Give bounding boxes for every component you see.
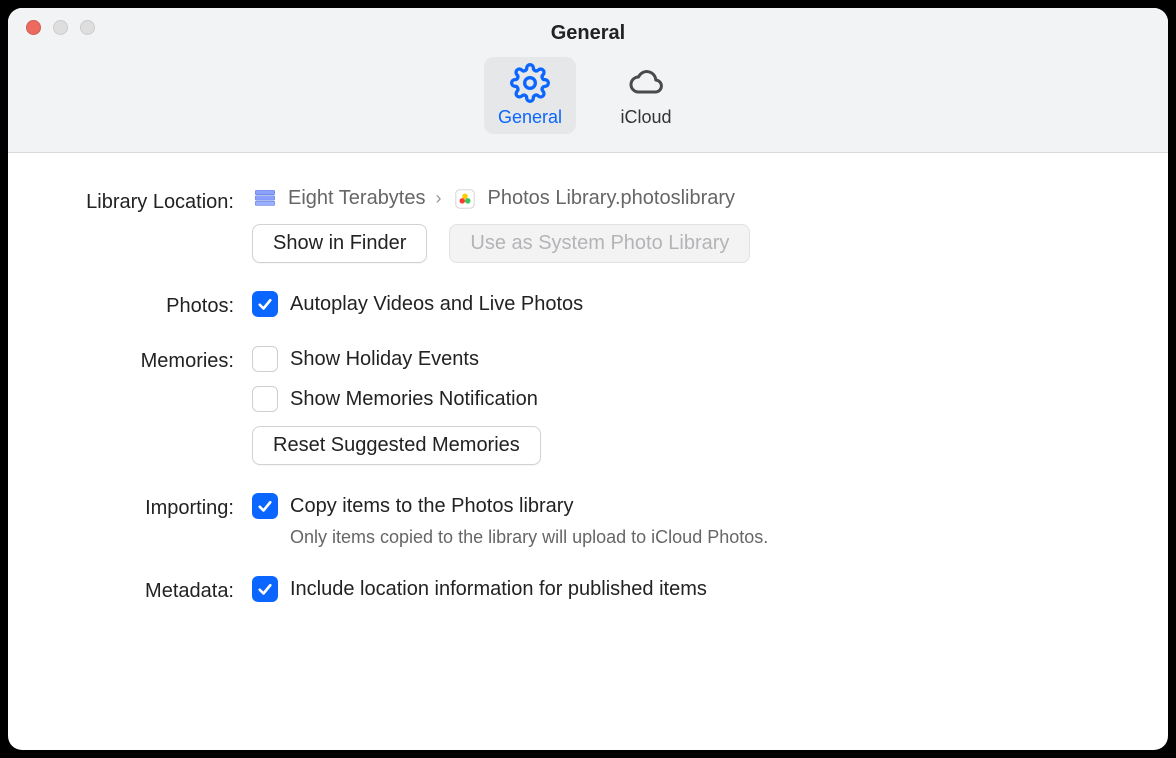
toolbar-tabs: General iCloud — [26, 45, 1150, 142]
preferences-window: General General iCloud — [8, 8, 1168, 750]
photos-library-icon — [452, 188, 478, 210]
window-title: General — [26, 20, 1150, 45]
autoplay-checkbox[interactable] — [252, 291, 278, 317]
label-metadata: Metadata: — [52, 576, 252, 603]
zoom-window-button[interactable] — [80, 20, 95, 35]
reset-memories-button[interactable]: Reset Suggested Memories — [252, 426, 541, 465]
titlebar: General General iCloud — [8, 8, 1168, 153]
breadcrumb: Eight Terabytes › Photos Library.photosl… — [252, 187, 1124, 210]
row-metadata: Metadata: Include location information f… — [52, 576, 1124, 603]
row-memories: Memories: Show Holiday Events Show Memor… — [52, 346, 1124, 465]
memories-notification-checkbox[interactable] — [252, 386, 278, 412]
drive-icon — [252, 188, 278, 210]
crumb-library: Photos Library.photoslibrary — [488, 187, 736, 210]
copy-items-label: Copy items to the Photos library — [290, 495, 573, 518]
minimize-window-button[interactable] — [53, 20, 68, 35]
label-photos: Photos: — [52, 291, 252, 318]
copy-items-checkbox[interactable] — [252, 493, 278, 519]
crumb-volume: Eight Terabytes — [288, 187, 426, 210]
label-importing: Importing: — [52, 493, 252, 520]
label-memories: Memories: — [52, 346, 252, 373]
use-as-system-library-button: Use as System Photo Library — [449, 224, 750, 263]
cloud-icon — [624, 65, 668, 101]
tab-icloud[interactable]: iCloud — [600, 57, 692, 134]
content-area: Library Location: Eight Terabytes › — [8, 153, 1168, 651]
show-in-finder-button[interactable]: Show in Finder — [252, 224, 427, 263]
tab-general[interactable]: General — [484, 57, 576, 134]
include-location-checkbox[interactable] — [252, 576, 278, 602]
row-importing: Importing: Copy items to the Photos libr… — [52, 493, 1124, 548]
holiday-events-checkbox[interactable] — [252, 346, 278, 372]
memories-notification-label: Show Memories Notification — [290, 388, 538, 411]
holiday-events-label: Show Holiday Events — [290, 348, 479, 371]
chevron-right-icon: › — [436, 188, 442, 209]
traffic-lights — [26, 20, 95, 35]
row-library-location: Library Location: Eight Terabytes › — [52, 187, 1124, 263]
tab-label: General — [498, 107, 562, 128]
gear-icon — [508, 65, 552, 101]
autoplay-label: Autoplay Videos and Live Photos — [290, 293, 583, 316]
include-location-label: Include location information for publish… — [290, 578, 707, 601]
row-photos: Photos: Autoplay Videos and Live Photos — [52, 291, 1124, 318]
label-library-location: Library Location: — [52, 187, 252, 214]
importing-help-text: Only items copied to the library will up… — [290, 527, 1124, 548]
tab-label: iCloud — [621, 107, 672, 128]
close-window-button[interactable] — [26, 20, 41, 35]
